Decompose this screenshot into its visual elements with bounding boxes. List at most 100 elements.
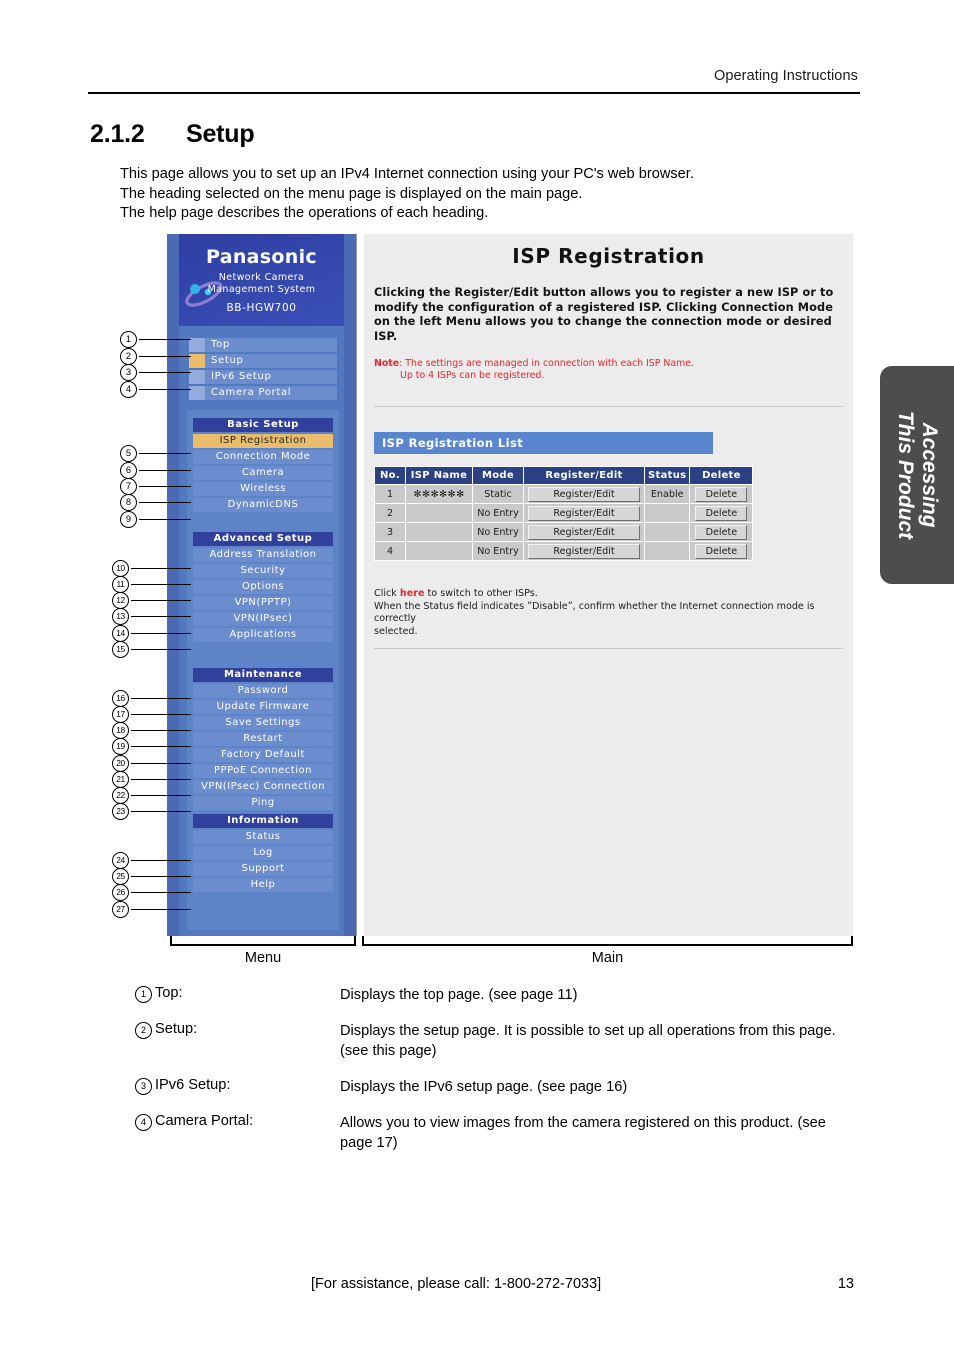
footer-page-number: 13 <box>837 1276 854 1292</box>
brace-main-label: Main <box>591 950 624 966</box>
menu-item-factory-default[interactable]: Factory Default <box>193 748 333 762</box>
callout-leader-line <box>131 633 191 635</box>
menu-item-wireless[interactable]: Wireless <box>193 482 333 496</box>
delete-button[interactable]: Delete <box>695 543 748 559</box>
menu-item-save-settings[interactable]: Save Settings <box>193 716 333 730</box>
delete-button[interactable]: Delete <box>695 486 748 502</box>
menu-item-log[interactable]: Log <box>193 846 333 860</box>
menu-item-help[interactable]: Help <box>193 878 333 892</box>
menu-item-connection-mode[interactable]: Connection Mode <box>193 450 333 464</box>
brand-header: Panasonic Network Camera Management Syst… <box>179 234 344 326</box>
callout-number: 24 <box>112 852 129 869</box>
callout-leader-line <box>131 746 191 748</box>
definition-description: Allows you to view images from the camer… <box>340 1115 826 1151</box>
main-panel: ISP Registration Clicking the Register/E… <box>364 234 853 936</box>
cell-delete: Delete <box>689 522 754 542</box>
post-table-text: Click here to switch to other ISPs. When… <box>374 588 844 638</box>
definition-row: 1 Top: Displays the top page. (see page 11… <box>135 985 865 1005</box>
menu-item-password[interactable]: Password <box>193 684 333 698</box>
delete-button[interactable]: Delete <box>695 505 748 521</box>
callout-leader-line <box>131 649 191 651</box>
definition-row: 3 IPv6 Setup: Displays the IPv6 setup page… <box>135 1077 865 1097</box>
definition-description: Displays the setup page. It is possible … <box>340 1023 836 1059</box>
callout-leader-line <box>131 698 191 700</box>
menu-panel-inner: Panasonic Network Camera Management Syst… <box>179 234 344 936</box>
callout-number: 11 <box>112 576 129 593</box>
delete-button[interactable]: Delete <box>695 524 748 540</box>
menu-panel: Panasonic Network Camera Management Syst… <box>167 234 356 936</box>
definition-term: Setup: <box>155 1021 198 1037</box>
table-header-cell: Status <box>643 466 691 485</box>
register-edit-button[interactable]: Register/Edit <box>528 486 640 502</box>
menu-group-basic-setup: Basic Setup ISP Registration Connection Mo… <box>193 418 333 512</box>
cell-isp-name <box>405 541 473 561</box>
menu-item-isp-registration[interactable]: ISP Registration <box>193 434 333 448</box>
menu-item-vpn-ipsec-connection[interactable]: VPN(IPsec) Connection <box>193 780 333 794</box>
menu-item-options[interactable]: Options <box>193 580 333 594</box>
callout-leader-line <box>139 519 191 521</box>
menu-item-restart[interactable]: Restart <box>193 732 333 746</box>
table-row: 2 No Entry Register/Edit Delete <box>374 503 754 523</box>
cell-register-edit: Register/Edit <box>523 503 645 523</box>
post-text-after-link: to switch to other ISPs. <box>424 588 538 599</box>
callout-number: 17 <box>112 706 129 723</box>
topnav-item-ipv6-setup[interactable]: IPv6 Setup <box>189 370 337 384</box>
note-line-1: Note: The settings are managed in connec… <box>374 358 774 370</box>
menu-item-update-firmware[interactable]: Update Firmware <box>193 700 333 714</box>
main-heading: ISP Registration <box>512 244 705 268</box>
menu-item-vpn-pptp-[interactable]: VPN(PPTP) <box>193 596 333 610</box>
menu-group-advanced-setup: Advanced Setup Address Translation Securit… <box>193 532 333 642</box>
thumb-tab-line-2: This Product <box>894 410 917 540</box>
callout-leader-line <box>139 372 191 374</box>
menu-group-information: Information Status Log Support Help <box>193 814 333 892</box>
menu-item-status[interactable]: Status <box>193 830 333 844</box>
register-edit-button[interactable]: Register/Edit <box>528 505 640 521</box>
menu-item-pppoe-connection[interactable]: PPPoE Connection <box>193 764 333 778</box>
menu-item-camera[interactable]: Camera <box>193 466 333 480</box>
register-edit-button[interactable]: Register/Edit <box>528 543 640 559</box>
menu-item-security[interactable]: Security <box>193 564 333 578</box>
table-header-cell: Register/Edit <box>523 466 645 485</box>
callout-number: 15 <box>112 641 129 658</box>
callout-number: 23 <box>112 803 129 820</box>
isp-list-banner: ISP Registration List <box>374 432 713 454</box>
footer-assistance: [For assistance, please call: 1-800-272-… <box>311 1276 602 1292</box>
post-line-3: selected. <box>374 625 418 637</box>
callout-leader-line <box>139 453 191 455</box>
menu-item-support[interactable]: Support <box>193 862 333 876</box>
here-link[interactable]: here <box>400 588 425 599</box>
table-header-cell: Delete <box>689 466 754 485</box>
cell-row-number: 3 <box>374 522 406 542</box>
menu-group-title: Maintenance <box>193 668 333 682</box>
definition-row: 2 Setup: Displays the setup page. It is po… <box>135 1021 865 1061</box>
menu-item-applications[interactable]: Applications <box>193 628 333 642</box>
brand-subtitle-line-1: Network Camera <box>218 272 305 283</box>
menu-item-address-translation[interactable]: Address Translation <box>193 548 333 562</box>
menu-item-ping[interactable]: Ping <box>193 796 333 810</box>
cell-status <box>643 541 691 561</box>
callout-leader-line <box>139 502 191 504</box>
callout-number: 9 <box>120 511 137 528</box>
callout-leader-line <box>131 795 191 797</box>
cell-mode: No Entry <box>472 503 524 523</box>
brace-menu-label: Menu <box>244 950 282 966</box>
register-edit-button[interactable]: Register/Edit <box>528 524 640 540</box>
table-header-cell: No. <box>374 466 406 485</box>
callout-leader-line <box>131 616 191 618</box>
callout-leader-line <box>131 909 191 911</box>
menu-item-vpn-ipsec-[interactable]: VPN(IPsec) <box>193 612 333 626</box>
callout-number: 21 <box>112 771 129 788</box>
menu-item-dynamicdns[interactable]: DynamicDNS <box>193 498 333 512</box>
topnav-item-setup[interactable]: Setup <box>189 354 337 368</box>
definition-number: 3 <box>135 1078 152 1095</box>
table-header-cell: Mode <box>472 466 524 485</box>
top-navigation: Top Setup IPv6 Setup Camera Portal <box>189 338 337 402</box>
note-text-1: : The settings are managed in connection… <box>399 358 695 369</box>
cell-row-number: 1 <box>374 484 406 504</box>
callout-leader-line <box>139 339 191 341</box>
separator-top <box>374 406 843 407</box>
topnav-item-camera-portal[interactable]: Camera Portal <box>189 386 337 400</box>
topnav-item-top[interactable]: Top <box>189 338 337 352</box>
cell-row-number: 4 <box>374 541 406 561</box>
cell-status <box>643 503 691 523</box>
